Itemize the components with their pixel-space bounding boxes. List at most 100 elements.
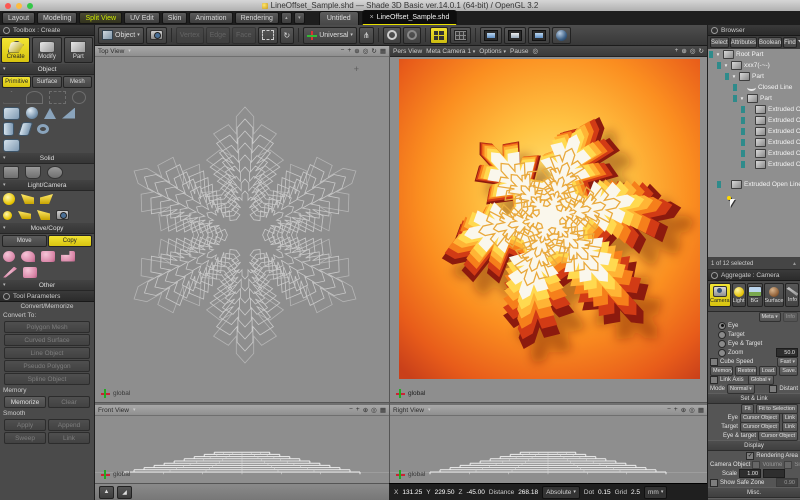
rounded-cube-tool-icon[interactable]	[3, 107, 20, 120]
oblique-cylinder-tool-icon[interactable]	[18, 122, 34, 136]
pan-icon[interactable]: ⊕	[681, 406, 686, 414]
mode-dropdown[interactable]: Normal ▾	[727, 384, 755, 394]
grid-view-icon[interactable]: ▦	[380, 47, 386, 55]
save-button[interactable]: Save...	[779, 366, 798, 376]
tab-move[interactable]: Move	[2, 235, 47, 247]
browser-tab-attributes[interactable]: Attributes	[730, 37, 757, 48]
pers-viewport[interactable]: Pers View Meta Camera 1 ▾ Options ▾ Paus…	[390, 46, 707, 402]
right-view-canvas[interactable]	[390, 416, 707, 483]
tree-row-extruded-closed[interactable]: ▼Extruded Closed	[708, 159, 800, 170]
tree-row-extruded-closed[interactable]: ▼Extruded Closed	[708, 137, 800, 148]
ambient-light-icon[interactable]	[37, 210, 50, 220]
visibility-toggle[interactable]	[741, 139, 745, 146]
sun-light-icon[interactable]	[3, 193, 15, 205]
directional-light-icon[interactable]	[40, 194, 53, 204]
expand-arrow-icon[interactable]: ▼	[731, 74, 737, 79]
browser-tab-select[interactable]: Select	[710, 37, 729, 48]
pan-icon[interactable]: ⊕	[681, 47, 686, 55]
visibility-toggle[interactable]	[741, 117, 745, 124]
grid-toggle-button[interactable]	[450, 27, 471, 44]
visibility-toggle[interactable]	[717, 62, 721, 69]
tab-animation[interactable]: Animation	[189, 12, 232, 24]
tab-scroll-up-icon[interactable]: ▴	[281, 12, 292, 24]
modify-button[interactable]: Modify	[32, 37, 61, 63]
rotate-select-button[interactable]: ↻	[280, 27, 295, 44]
eye-target-radio[interactable]	[718, 340, 726, 348]
zoom-tool-icon[interactable]: ◎	[689, 406, 695, 414]
smooth-sweep-button[interactable]: Sweep	[4, 432, 46, 444]
preview-quality-icon[interactable]: ◎	[532, 47, 538, 55]
aggregate-tab-surface[interactable]: Surface	[764, 283, 785, 307]
zoom-in-icon[interactable]: +	[356, 406, 360, 414]
scale-field-2[interactable]	[763, 469, 785, 478]
panel-menu-icon[interactable]	[3, 293, 10, 300]
visibility-toggle[interactable]	[733, 84, 737, 91]
convert-curved-surface-button[interactable]: Curved Surface	[4, 334, 90, 346]
memorize-button[interactable]: Memorize	[4, 396, 46, 408]
copy-scale-icon[interactable]	[3, 251, 15, 262]
eye-target-cursor-object-button[interactable]: Cursor Object	[758, 431, 798, 441]
zoom-in-icon[interactable]: +	[675, 47, 679, 55]
front-viewport[interactable]: Front View ▾ − + ⊕ ◎ ▦ global	[95, 405, 389, 483]
other-section-header[interactable]: ▾Other	[0, 280, 94, 291]
resize-grip-icon[interactable]: ▲	[792, 261, 797, 267]
tree-row-part2[interactable]: ▼Part	[708, 93, 800, 104]
copy-translate-icon[interactable]	[41, 251, 55, 262]
ghost-toggle-button[interactable]	[383, 27, 401, 44]
smooth-apply-button[interactable]: Apply	[4, 419, 46, 431]
camera-selector-dropdown[interactable]: Meta Camera 1 ▾	[426, 48, 475, 55]
info-button[interactable]: Info	[783, 312, 798, 322]
convert-spline-object-button[interactable]: Spline Object	[4, 373, 90, 385]
aggregate-tab-bg[interactable]: BG	[747, 283, 763, 307]
browser-header[interactable]: Browser	[708, 25, 800, 36]
visibility-toggle[interactable]	[709, 51, 713, 58]
camera-create-icon[interactable]	[56, 210, 69, 220]
panel-menu-icon[interactable]	[711, 272, 718, 279]
expand-arrow-icon[interactable]: ▼	[715, 52, 721, 57]
coordinate-mode-dropdown[interactable]: Absolute▾	[542, 486, 580, 499]
zoom-in-icon[interactable]: +	[674, 406, 678, 414]
pan-icon[interactable]: ⊕	[363, 406, 368, 414]
polygon-tool-icon[interactable]	[3, 91, 20, 104]
solid-subtract-icon[interactable]	[25, 166, 41, 179]
spot-light-icon[interactable]	[21, 194, 34, 204]
zoom-value-field[interactable]: 50.0	[776, 348, 798, 357]
solid-section-header[interactable]: ▾Solid	[0, 153, 94, 164]
sight-checkbox[interactable]	[784, 461, 792, 469]
close-tab-icon[interactable]: ×	[370, 14, 374, 21]
copy-rotate-icon[interactable]	[21, 251, 35, 262]
visibility-toggle[interactable]	[741, 106, 745, 113]
snap-mode-button[interactable]: ◢	[117, 486, 132, 499]
four-view-button[interactable]	[430, 27, 448, 44]
memory-dropdown[interactable]: Memory▾	[710, 366, 733, 376]
tree-row-extruded-closed[interactable]: ▼Extruded Closed	[708, 148, 800, 159]
zoom-tool-icon[interactable]: ◎	[363, 47, 369, 55]
tree-row-closed-line[interactable]: ▼Closed Line	[708, 82, 800, 93]
dashed-square-tool-icon[interactable]	[49, 91, 66, 104]
face-mode-button[interactable]: Face	[232, 27, 256, 44]
light-camera-section-header[interactable]: ▾Light/Camera	[0, 180, 94, 191]
tree-row-extruded-open-line[interactable]: ▼Extruded Open Line	[708, 179, 800, 190]
display-mode-texture-button[interactable]	[528, 27, 550, 44]
view-menu-icon[interactable]: ▾	[128, 48, 131, 54]
tab-scroll-down-icon[interactable]: ▾	[294, 12, 305, 24]
object-section-header[interactable]: ▾Object	[0, 64, 94, 75]
universal-manipulator-dropdown[interactable]: Universal▾	[303, 27, 357, 44]
zoom-out-icon[interactable]: −	[341, 47, 345, 55]
aggregate-tab-light[interactable]: Light	[732, 283, 746, 307]
top-viewport[interactable]: Top View ▾ − + ⊕ ◎ ↻ ▦ + global	[95, 46, 389, 402]
wedge-tool-icon[interactable]	[62, 108, 75, 119]
aggregate-tab-camera[interactable]: Camera	[709, 283, 731, 307]
tree-row-sample-part[interactable]: ▼xxx7(-~-)	[708, 60, 800, 71]
camera-tool-button[interactable]	[146, 27, 167, 44]
tree-row-extruded-closed[interactable]: ▼Extruded Closed	[708, 104, 800, 115]
panel-menu-icon[interactable]	[711, 27, 718, 34]
convert-pseudo-polygon-button[interactable]: Pseudo Polygon	[4, 360, 90, 372]
display-mode-shade-button[interactable]	[504, 27, 526, 44]
grid-view-icon[interactable]: ▦	[380, 406, 386, 414]
doc-tab-untitled[interactable]: Untitled	[319, 11, 359, 25]
safe-zone-field[interactable]: 0.90	[776, 478, 798, 487]
visibility-toggle[interactable]	[725, 73, 729, 80]
pose-tool-button[interactable]: ⋔	[359, 27, 374, 44]
tab-primitive[interactable]: Primitive	[2, 76, 31, 88]
